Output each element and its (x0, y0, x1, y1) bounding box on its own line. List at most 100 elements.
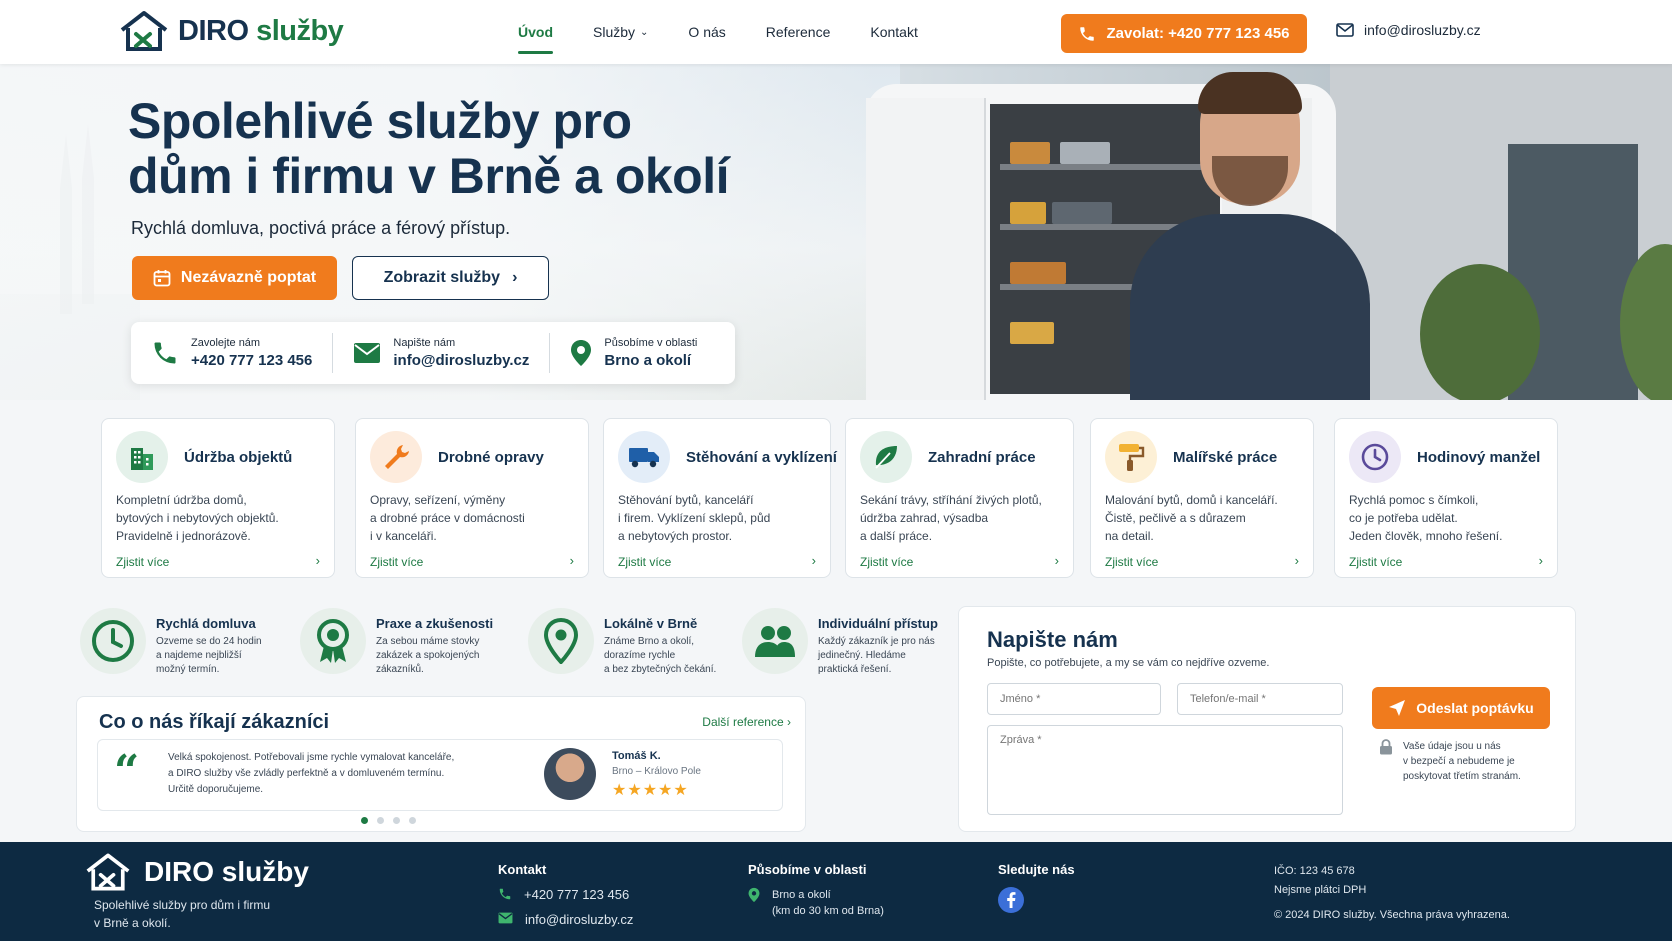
wrench-icon (370, 431, 422, 483)
reviews-section: Co o nás říkají zákazníci Další referenc… (76, 696, 806, 832)
truck-icon (618, 431, 670, 483)
house-tools-icon (86, 853, 130, 891)
nav-item-services[interactable]: Služby ⌄ (593, 0, 648, 64)
service-card[interactable]: Zahradní práce Sekání trávy, stříhání ži… (845, 418, 1074, 578)
phone-icon (1080, 26, 1095, 41)
star-rating: ★★★★★ (612, 782, 689, 799)
clock-icon (80, 608, 146, 674)
service-title: Hodinový manžel (1417, 449, 1541, 466)
footer-tagline: Spolehlivé služby pro dům i firmu v Brně… (94, 898, 271, 930)
contact-form: Napište nám Popište, co potřebujete, a m… (958, 606, 1576, 832)
mail-icon (354, 343, 381, 363)
hero-contact-email[interactable]: Napište nám info@dirosluzby.cz (332, 333, 549, 373)
location-pin-icon (571, 340, 592, 366)
feature-item: Individuální přístup Každý zákazník je p… (742, 608, 938, 677)
footer-logo[interactable]: DIRO služby (84, 852, 309, 892)
footer-contact: Kontakt +420 777 123 456 info@dirosluzby… (498, 862, 634, 927)
service-title: Stěhování a vyklízení (686, 449, 837, 466)
service-card[interactable]: Drobné opravy Opravy, seřízení, výměny a… (355, 418, 589, 578)
chevron-right-icon[interactable]: › (1539, 553, 1543, 568)
logo[interactable]: DIRO služby (118, 10, 344, 52)
show-services-button[interactable]: Zobrazit služby › (352, 256, 549, 300)
mail-icon (1336, 23, 1354, 37)
reviews-title: Co o nás říkají zákazníci (99, 711, 330, 733)
chevron-right-icon: › (512, 269, 518, 286)
service-description: Kompletní údržba domů, bytových i nebyto… (116, 493, 279, 543)
building-icon (116, 431, 168, 483)
chevron-right-icon[interactable]: › (1295, 553, 1299, 568)
chevron-right-icon[interactable]: › (812, 553, 816, 568)
location-pin-icon (528, 608, 594, 674)
service-more-link[interactable]: Zjistit více (116, 555, 169, 569)
service-more-link[interactable]: Zjistit více (1105, 555, 1158, 569)
chevron-right-icon[interactable]: › (1055, 553, 1059, 568)
message-field[interactable] (987, 725, 1343, 815)
hero-contact-phone[interactable]: Zavolejte nám +420 777 123 456 (131, 333, 332, 373)
footer-phone[interactable]: +420 777 123 456 (498, 887, 633, 902)
chevron-right-icon: › (787, 715, 791, 729)
hero-contact-card: Zavolejte nám +420 777 123 456 Napište n… (131, 322, 735, 384)
service-card[interactable]: Malířské práce Malování bytů, domů i kan… (1090, 418, 1314, 578)
nav-item-about[interactable]: O nás (688, 0, 725, 64)
service-title: Údržba objektů (184, 449, 293, 466)
nav-item-home[interactable]: Úvod (518, 0, 553, 64)
location-pin-icon (748, 887, 760, 903)
phone-icon (154, 342, 176, 364)
header-email-link[interactable]: info@dirosluzby.cz (1336, 22, 1481, 38)
nav-item-contact[interactable]: Kontakt (870, 0, 917, 64)
worker-image (1130, 214, 1370, 400)
service-description: Opravy, seřízení, výměny a drobné práce … (370, 493, 525, 543)
service-card[interactable]: Údržba objektů Kompletní údržba domů, by… (101, 418, 335, 578)
carousel-dot[interactable] (361, 817, 368, 824)
chevron-down-icon: ⌄ (640, 26, 649, 38)
review-card: “ Velká spokojenost. Potřebovali jsme ry… (97, 739, 783, 811)
logo-text: DIRO služby (178, 14, 344, 47)
more-references-link[interactable]: Další reference › (702, 715, 791, 729)
nav-item-references[interactable]: Reference (766, 0, 831, 64)
quote-icon: “ (114, 746, 140, 797)
carousel-dot[interactable] (409, 817, 416, 824)
send-icon (1389, 700, 1406, 716)
service-more-link[interactable]: Zjistit více (370, 555, 423, 569)
service-more-link[interactable]: Zjistit více (860, 555, 913, 569)
review-author: Tomáš K. (612, 750, 661, 762)
privacy-note: Vaše údaje jsou u nás v bezpečí a nebude… (1379, 739, 1521, 784)
form-subtitle: Popište, co potřebujete, a my se vám co … (987, 657, 1270, 669)
service-more-link[interactable]: Zjistit více (618, 555, 671, 569)
carousel-dot[interactable] (393, 817, 400, 824)
service-title: Zahradní práce (928, 449, 1036, 466)
service-card[interactable]: Hodinový manžel Rychlá pomoc s čímkoli, … (1334, 418, 1558, 578)
service-card[interactable]: Stěhování a vyklízení Stěhování bytů, ka… (603, 418, 837, 578)
footer-legal: IČO: 123 45 678 Nejsme plátci DPH © 2024… (1274, 865, 1510, 921)
services-section: Údržba objektů Kompletní údržba domů, by… (101, 418, 1559, 580)
footer-email[interactable]: info@dirosluzby.cz (498, 912, 633, 927)
carousel-dot[interactable] (377, 817, 384, 824)
hero-title: Spolehlivé služby pro dům i firmu v Brně … (128, 93, 730, 204)
chevron-right-icon[interactable]: › (570, 553, 574, 568)
service-description: Stěhování bytů, kanceláří i firem. Vyklí… (618, 493, 771, 543)
top-nav: DIRO služby Úvod Služby ⌄ O nás Reference… (0, 0, 1672, 64)
service-description: Rychlá pomoc s čímkoli, co je potřeba ud… (1349, 493, 1503, 543)
request-quote-button[interactable]: Nezávazně poptat (132, 256, 337, 300)
service-more-link[interactable]: Zjistit více (1349, 555, 1402, 569)
feature-item: Lokálně v Brně Známe Brno a okolí, doraz… (528, 608, 716, 677)
people-icon (742, 608, 808, 674)
service-title: Drobné opravy (438, 449, 544, 466)
paint-roller-icon (1105, 431, 1157, 483)
name-field[interactable] (987, 683, 1161, 715)
chevron-right-icon[interactable]: › (316, 553, 320, 568)
phone-icon (499, 888, 511, 900)
service-title: Malířské práce (1173, 449, 1278, 466)
facebook-icon[interactable] (998, 887, 1024, 913)
contact-field[interactable] (1177, 683, 1343, 715)
mail-icon (498, 912, 513, 924)
feature-item: Rychlá domluva Ozveme se do 24 hodin a n… (80, 608, 262, 677)
award-icon (300, 608, 366, 674)
avatar (544, 748, 596, 800)
lock-icon (1380, 739, 1392, 755)
submit-button[interactable]: Odeslat poptávku (1372, 687, 1550, 729)
footer-area: Působíme v oblasti Brno a okolí (km do 3… (748, 862, 884, 917)
review-text: Velká spokojenost. Potřebovali jsme rych… (168, 752, 455, 795)
footer-social: Sledujte nás (998, 862, 1075, 913)
call-button[interactable]: Zavolat: +420 777 123 456 (1061, 14, 1307, 53)
